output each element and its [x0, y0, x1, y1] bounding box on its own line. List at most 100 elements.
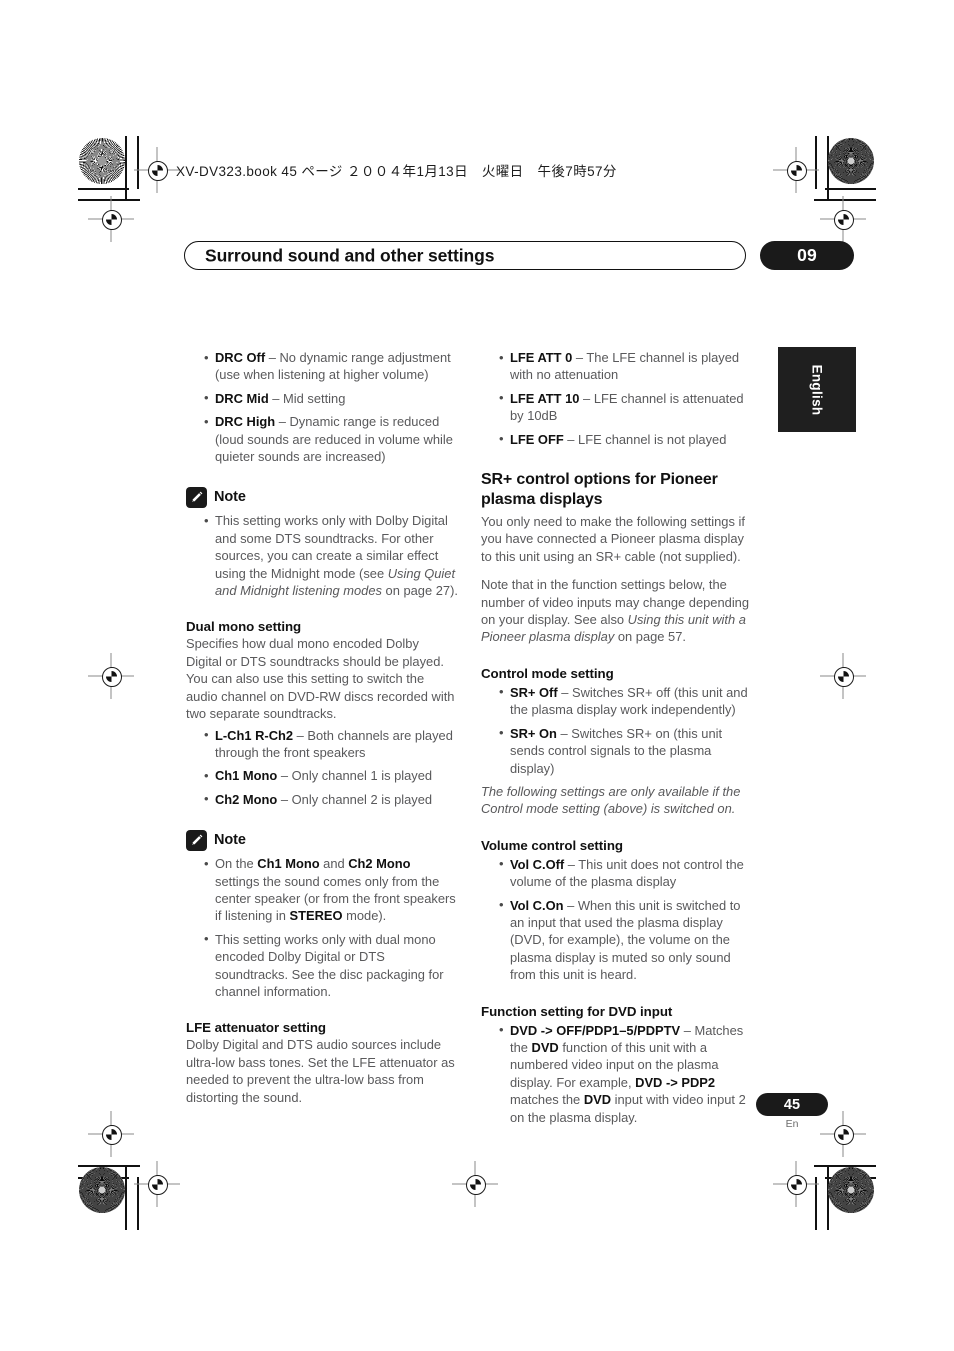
- note-text: mode).: [342, 908, 387, 924]
- dash: –: [564, 856, 579, 872]
- page-number-badge: 45: [756, 1093, 828, 1116]
- option-term: Ch1 Mono: [215, 768, 278, 784]
- option-term: LFE ATT 0: [510, 350, 573, 365]
- dash: –: [277, 768, 292, 784]
- book-slug-line: XV-DV323.book 45 ページ ２００４年1月13日 火曜日 午後7時…: [176, 164, 617, 179]
- crop-mark-bl-v2: [137, 1177, 139, 1230]
- dash: –: [293, 727, 308, 743]
- sr-plus-para-1: You only need to make the following sett…: [481, 514, 745, 564]
- dash: –: [277, 791, 292, 807]
- crop-mark-tr-v2: [815, 136, 817, 189]
- option-term: LFE ATT 10: [510, 390, 580, 406]
- note-list: On the Ch1 Mono and Ch2 Mono settings th…: [186, 855, 458, 1000]
- control-mode-options-list: SR+ Off – Switches SR+ off (this unit an…: [481, 683, 753, 777]
- registration-rosette-top-right: [828, 138, 874, 184]
- language-side-tab: English: [778, 347, 856, 432]
- chapter-title-pill: Surround sound and other settings: [184, 241, 746, 270]
- registration-target-left-lower: [88, 1111, 134, 1157]
- registration-rosette-bottom-right: [828, 1167, 874, 1213]
- crop-mark-bl-h: [78, 1165, 140, 1167]
- note-list: This setting works only with Dolby Digit…: [186, 512, 458, 599]
- function-setting-options-list: DVD -> OFF/PDP1–5/PDPTV – Matches the DV…: [481, 1021, 753, 1126]
- list-item: DRC Mid – Mid setting: [204, 389, 458, 407]
- option-desc: LFE channel is not played: [578, 431, 727, 447]
- chapter-number-badge: 09: [760, 241, 854, 270]
- crop-mark-tl-v2: [137, 136, 139, 189]
- dash: –: [563, 897, 578, 913]
- dash: –: [680, 1022, 695, 1038]
- registration-target-bottom-right: [773, 1161, 819, 1207]
- dash: –: [275, 414, 290, 430]
- dash: –: [563, 431, 579, 447]
- chapter-header: Surround sound and other settings 09: [184, 241, 854, 270]
- option-term: SR+ Off: [510, 684, 558, 700]
- registration-target-bottom-left: [134, 1161, 180, 1207]
- section-heading-volume-control: Volume control setting: [481, 837, 623, 853]
- option-desc: matches the: [510, 1092, 584, 1108]
- note-text: This setting works only with dual mono e…: [215, 931, 444, 999]
- pencil-icon: [186, 487, 207, 509]
- option-term: SR+ On: [510, 725, 557, 741]
- note-block-drc: Note This setting works only with Dolby …: [186, 487, 458, 599]
- option-desc: Only channel 1 is played: [291, 768, 433, 784]
- option-term: L-Ch1 R-Ch2: [215, 727, 294, 743]
- option-desc: Mid setting: [283, 390, 346, 406]
- list-item: LFE ATT 0 – The LFE channel is played wi…: [499, 349, 753, 384]
- section-heading-dual-mono: Dual mono setting: [186, 619, 302, 635]
- note-text-b: on page 27).: [381, 583, 458, 599]
- registration-target-right-middle: [820, 653, 866, 699]
- crop-mark-tl-h: [78, 199, 140, 201]
- option-term: Vol C.On: [510, 897, 564, 913]
- inline-term: DVD -> PDP2: [635, 1074, 716, 1090]
- list-item: On the Ch1 Mono and Ch2 Mono settings th…: [204, 855, 458, 925]
- crop-mark-tr-v: [827, 136, 829, 201]
- list-item: This setting works only with dual mono e…: [204, 930, 458, 1001]
- dash: –: [556, 725, 572, 741]
- dash: –: [268, 390, 284, 406]
- option-term: Ch2 Mono: [215, 791, 278, 807]
- option-term: Ch1 Mono: [257, 856, 320, 872]
- registration-target-left-middle: [88, 653, 134, 699]
- note-label: Note: [214, 489, 246, 506]
- inline-term: DVD: [583, 1092, 612, 1108]
- note-block-dual-mono: Note On the Ch1 Mono and Ch2 Mono settin…: [186, 830, 458, 1000]
- dash: –: [557, 684, 572, 700]
- section-heading-function-setting: Function setting for DVD input: [481, 1003, 673, 1019]
- note-text: On the: [215, 856, 258, 872]
- list-item: Ch2 Mono – Only channel 2 is played: [204, 790, 458, 808]
- option-term: Vol C.Off: [510, 856, 565, 872]
- option-term: LFE OFF: [510, 431, 564, 447]
- registration-target-bottom-center: [452, 1161, 498, 1207]
- option-term: DRC Mid: [215, 390, 269, 406]
- volume-control-options-list: Vol C.Off – This unit does not control t…: [481, 855, 753, 984]
- list-item: LFE OFF – LFE channel is not played: [499, 430, 753, 448]
- section-heading-lfe-attenuator: LFE attenuator setting: [186, 1020, 326, 1036]
- option-desc: Only channel 2 is played: [291, 791, 433, 807]
- list-item: DRC Off – No dynamic range adjustment (u…: [204, 349, 458, 384]
- registration-target-top-right: [773, 147, 819, 193]
- crop-mark-br-h2: [825, 1177, 876, 1179]
- crop-mark-tr-h2: [825, 188, 876, 190]
- crop-mark-tl-v: [125, 136, 127, 201]
- crop-mark-br-v2: [815, 1177, 817, 1230]
- registration-target-left-upper: [88, 196, 134, 242]
- registration-target-top-left: [134, 147, 180, 193]
- dash: –: [572, 350, 587, 365]
- sr-plus-para-2: Note that in the function settings below…: [481, 576, 753, 646]
- list-item: This setting works only with Dolby Digit…: [204, 512, 458, 599]
- note-text: and: [319, 856, 349, 872]
- list-item: DRC High – Dynamic range is reduced (lou…: [204, 413, 458, 465]
- crop-mark-br-h: [814, 1165, 876, 1167]
- list-item: Vol C.On – When this unit is switched to…: [499, 896, 753, 984]
- option-term: DVD -> OFF/PDP1–5/PDPTV: [510, 1022, 681, 1038]
- control-mode-italic-note: The following settings are only availabl…: [481, 783, 741, 817]
- option-term: STEREO: [289, 908, 343, 924]
- language-side-tab-label: English: [809, 364, 825, 415]
- registration-rosette-top-left: [79, 138, 125, 184]
- list-item: SR+ On – Switches SR+ on (this unit send…: [499, 724, 753, 777]
- list-item: LFE ATT 10 – LFE channel is attenuated b…: [499, 389, 753, 425]
- option-term: DRC Off: [215, 350, 266, 365]
- list-item: L-Ch1 R-Ch2 – Both channels are played t…: [204, 726, 458, 762]
- inline-term: DVD: [531, 1039, 559, 1055]
- list-item: SR+ Off – Switches SR+ off (this unit an…: [499, 683, 753, 719]
